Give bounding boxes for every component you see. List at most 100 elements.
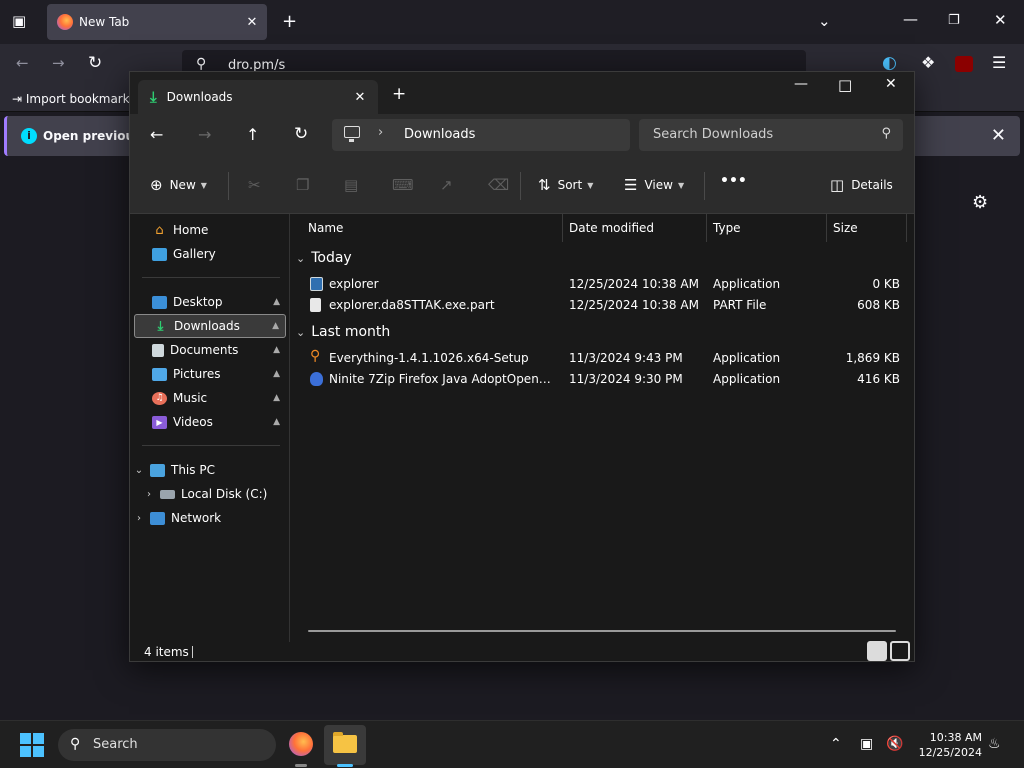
nav-item-gallery[interactable]: Gallery — [134, 242, 286, 266]
column-header-date-modified[interactable]: Date modified — [563, 214, 707, 242]
minimize-icon[interactable]: — — [903, 12, 918, 27]
explorer-tab-downloads[interactable]: ⤓ Downloads ✕ — [138, 80, 378, 114]
new-tab-plus-icon[interactable]: + — [392, 84, 406, 104]
copy-button[interactable]: ❐ — [296, 176, 316, 194]
new-button[interactable]: ⊕ New ▼ — [150, 176, 207, 194]
address-bar-row: ← → ↑ ↻ › Downloads Search Downloads ⚲ — [130, 114, 914, 156]
firefox-logo-icon — [57, 14, 73, 30]
sort-button[interactable]: ⇅ Sort ▼ — [538, 176, 593, 194]
view-button[interactable]: ☰ View ▼ — [624, 176, 684, 194]
firefox-tab-new-tab[interactable]: New Tab ✕ — [47, 4, 267, 40]
cut-button[interactable]: ✂ — [248, 176, 268, 194]
table-row[interactable]: ⚲ Everything-1.4.1.1026.x64-Setup 11/3/2… — [290, 348, 914, 368]
network-icon — [150, 511, 165, 525]
notification-bell-icon[interactable]: ♨ — [988, 736, 1001, 752]
command-bar: ⊕ New ▼ ✂ ❐ ▤ ⌨ ↗ ⌫ ⇅ Sort ▼ ☰ View ▼ ••… — [130, 156, 914, 214]
firefox-view-icon[interactable]: ▣ — [12, 14, 26, 29]
column-header-size[interactable]: Size — [827, 214, 907, 242]
folder-icon — [333, 732, 357, 753]
extension-shield-icon[interactable]: ◐ — [882, 55, 897, 72]
file-type: PART File — [713, 298, 767, 312]
taskbar: ⚲ Search ⌃ ▣ 🔇 10:38 AM 12/25/2024 ♨ — [0, 720, 1024, 768]
pin-icon[interactable]: ▲ — [273, 345, 280, 355]
table-row[interactable]: explorer 12/25/2024 10:38 AM Application… — [290, 274, 914, 294]
rename-button[interactable]: ⌨ — [392, 176, 421, 194]
details-pane-button[interactable]: ◫ Details — [830, 176, 893, 194]
back-arrow-icon[interactable]: ← — [150, 125, 163, 144]
chevron-up-icon[interactable]: ⌃ — [830, 736, 842, 752]
nav-item-desktop[interactable]: Desktop ▲ — [134, 290, 286, 314]
details-view-icon[interactable] — [867, 641, 887, 661]
computer-icon — [150, 463, 165, 477]
close-window-icon[interactable]: ✕ — [994, 13, 1007, 28]
maximize-icon[interactable]: □ — [838, 76, 852, 94]
sort-arrows-icon: ⇅ — [538, 176, 551, 194]
pin-icon[interactable]: ▲ — [273, 393, 280, 403]
nav-item-this-pc[interactable]: ⌄ This PC — [132, 458, 284, 482]
toolbar-divider — [704, 172, 705, 200]
forward-arrow-icon[interactable]: → — [198, 125, 211, 144]
taskbar-search[interactable]: ⚲ Search — [58, 729, 276, 761]
pin-icon[interactable]: ▲ — [272, 321, 279, 331]
firefox-taskbar-icon[interactable] — [289, 732, 313, 756]
group-header-last-month[interactable]: ⌄ Last month — [296, 324, 390, 340]
breadcrumb-downloads[interactable]: Downloads — [404, 127, 475, 142]
search-box[interactable]: Search Downloads ⚲ — [639, 119, 903, 151]
nav-item-downloads[interactable]: ⤓ Downloads ▲ — [134, 314, 286, 338]
forward-arrow-icon[interactable]: → — [52, 56, 65, 71]
file-size: 0 KB — [872, 277, 900, 291]
table-row[interactable]: Ninite 7Zip Firefox Java AdoptOpenJDK x.… — [290, 369, 914, 389]
pin-icon[interactable]: ▲ — [273, 417, 280, 427]
chevron-down-icon[interactable]: ⌄ — [132, 465, 146, 476]
nav-item-music[interactable]: ♫ Music ▲ — [134, 386, 286, 410]
column-header-type[interactable]: Type — [707, 214, 827, 242]
back-arrow-icon[interactable]: ← — [16, 56, 29, 71]
download-arrow-icon: ⤓ — [157, 318, 164, 334]
reload-icon[interactable]: ↻ — [88, 55, 102, 72]
chevron-right-icon[interactable]: › — [142, 489, 156, 500]
restore-icon[interactable]: ❐ — [948, 14, 960, 27]
gear-icon[interactable]: ⚙ — [972, 192, 988, 213]
refresh-icon[interactable]: ↻ — [294, 124, 308, 144]
horizontal-scrollbar[interactable] — [308, 630, 896, 632]
nav-item-documents[interactable]: Documents ▲ — [134, 338, 286, 362]
start-windows-icon[interactable] — [20, 733, 44, 757]
network-monitor-icon[interactable]: ▣ — [860, 736, 873, 752]
group-header-today[interactable]: ⌄ Today — [296, 250, 352, 266]
ublock-icon[interactable] — [955, 56, 973, 72]
table-row[interactable]: explorer.da8STTAK.exe.part 12/25/2024 10… — [290, 295, 914, 315]
address-breadcrumb[interactable]: › Downloads — [332, 119, 630, 151]
nav-item-local-disk[interactable]: › Local Disk (C:) — [142, 482, 286, 506]
minimize-icon[interactable]: — — [794, 76, 808, 92]
share-button[interactable]: ↗ — [440, 176, 460, 194]
system-clock[interactable]: 10:38 AM 12/25/2024 — [906, 730, 982, 760]
nav-item-network[interactable]: › Network — [132, 506, 284, 530]
nav-item-pictures[interactable]: Pictures ▲ — [134, 362, 286, 386]
new-tab-plus-icon[interactable]: + — [282, 13, 297, 31]
info-icon: i — [21, 128, 37, 144]
nav-item-home[interactable]: ⌂ Home — [134, 218, 286, 242]
hamburger-menu-icon[interactable]: ☰ — [992, 55, 1006, 71]
chevron-right-icon[interactable]: › — [132, 513, 146, 524]
delete-button[interactable]: ⌫ — [488, 176, 516, 194]
import-bookmarks-link[interactable]: ⇥ Import bookmarks — [12, 92, 136, 106]
list-tabs-chevron-icon[interactable]: ⌄ — [818, 14, 831, 29]
view-label: View — [644, 178, 673, 192]
close-icon[interactable]: ✕ — [342, 90, 378, 105]
chevron-right-icon[interactable]: › — [378, 125, 383, 140]
extensions-puzzle-icon[interactable]: ❖ — [921, 55, 935, 71]
paste-button[interactable]: ▤ — [344, 176, 365, 194]
file-explorer-taskbar-button[interactable] — [324, 725, 366, 765]
large-icons-view-icon[interactable] — [890, 641, 910, 661]
speaker-muted-icon[interactable]: 🔇 — [886, 736, 903, 752]
close-window-icon[interactable]: ✕ — [885, 76, 897, 92]
more-options-button[interactable]: ••• — [720, 173, 747, 189]
up-arrow-icon[interactable]: ↑ — [246, 125, 259, 144]
pin-icon[interactable]: ▲ — [273, 369, 280, 379]
close-notice-icon[interactable]: ✕ — [991, 125, 1006, 146]
close-icon[interactable]: ✕ — [237, 15, 267, 30]
column-header-name[interactable]: Name — [302, 214, 563, 242]
nav-item-videos[interactable]: ▶ Videos ▲ — [134, 410, 286, 434]
magnifier-app-icon: ⚲ — [310, 348, 321, 364]
pin-icon[interactable]: ▲ — [273, 297, 280, 307]
